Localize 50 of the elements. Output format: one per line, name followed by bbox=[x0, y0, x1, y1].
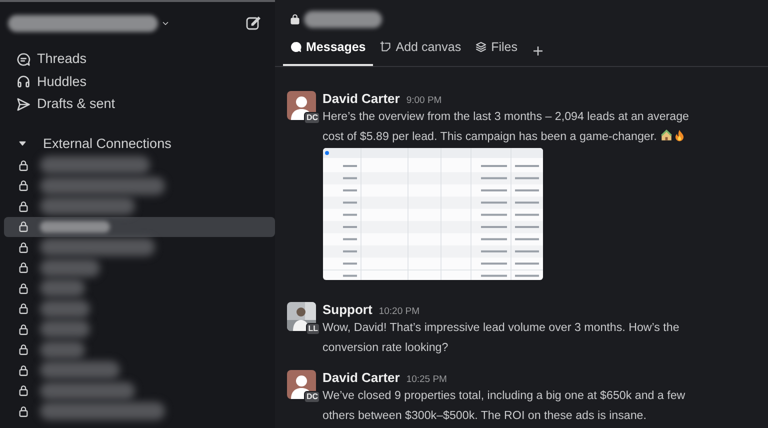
fire-icon bbox=[673, 128, 686, 142]
timestamp[interactable]: 10:20 PM bbox=[378, 304, 420, 319]
lock-icon bbox=[17, 322, 30, 336]
initials-badge: DC bbox=[304, 112, 320, 124]
sidebar-nav-item[interactable]: Huddles bbox=[4, 70, 93, 93]
lock-icon bbox=[17, 343, 30, 356]
lock-icon bbox=[17, 261, 30, 274]
lock-icon bbox=[17, 220, 30, 234]
author-name[interactable]: Support bbox=[322, 302, 372, 317]
message-text: Here’s the overview from the last 3 months – 2,094 leads at an average cost of $5.89 per lead. This campaign has been a game-changer. bbox=[322, 108, 690, 145]
timestamp[interactable]: 9:00 PM bbox=[406, 92, 442, 108]
plus-icon bbox=[532, 44, 544, 57]
lock-icon bbox=[17, 384, 30, 398]
lock-icon bbox=[17, 404, 30, 418]
timestamp[interactable]: 10:25 PM bbox=[406, 372, 447, 387]
lock-icon bbox=[17, 200, 30, 213]
tab[interactable]: Messages bbox=[283, 34, 373, 66]
compose-button[interactable] bbox=[245, 15, 261, 31]
author-name[interactable]: David Carter bbox=[322, 370, 400, 385]
section-header[interactable]: External Connections bbox=[4, 132, 178, 155]
message-text: We’ve closed 9 properties total, including a big one at $650k and a few others between $300k–$500k. The ROI on these ads is insane. bbox=[322, 388, 686, 424]
message-text: Wow, David! That’s impressive lead volume over 3 months. How’s the conversion rate looking? bbox=[322, 320, 680, 356]
headphones-icon bbox=[16, 74, 31, 90]
send-icon bbox=[16, 96, 31, 112]
author-name[interactable]: David Carter bbox=[322, 90, 400, 106]
redacted-channel-name bbox=[40, 258, 100, 277]
canvas-icon bbox=[380, 41, 392, 54]
lock-icon bbox=[17, 364, 30, 377]
redacted-channel-name bbox=[40, 279, 85, 298]
lock-icon bbox=[17, 282, 30, 295]
redacted-channel-name bbox=[40, 300, 90, 318]
redacted-channel-name bbox=[40, 320, 90, 338]
layers-icon bbox=[475, 41, 488, 54]
lock-icon bbox=[17, 179, 30, 192]
sidebar-nav-item[interactable]: Threads bbox=[4, 48, 93, 70]
redacted-channel-name bbox=[40, 340, 85, 359]
chat-bubble-icon bbox=[290, 41, 302, 54]
threads-icon bbox=[16, 52, 31, 67]
initials-badge: LL bbox=[306, 322, 320, 335]
lock-icon bbox=[17, 302, 30, 316]
house-icon bbox=[660, 128, 674, 142]
lock-icon bbox=[17, 240, 30, 254]
tab[interactable]: Files bbox=[468, 34, 524, 66]
lock-icon bbox=[17, 158, 30, 172]
initials-badge: DC bbox=[304, 390, 320, 403]
redacted-channel-name bbox=[40, 220, 110, 233]
tab[interactable]: Add canvas bbox=[372, 34, 468, 66]
sidebar-nav-item[interactable]: Drafts & sent bbox=[4, 93, 122, 116]
channel-item[interactable] bbox=[4, 216, 275, 237]
lock-icon bbox=[289, 13, 301, 25]
